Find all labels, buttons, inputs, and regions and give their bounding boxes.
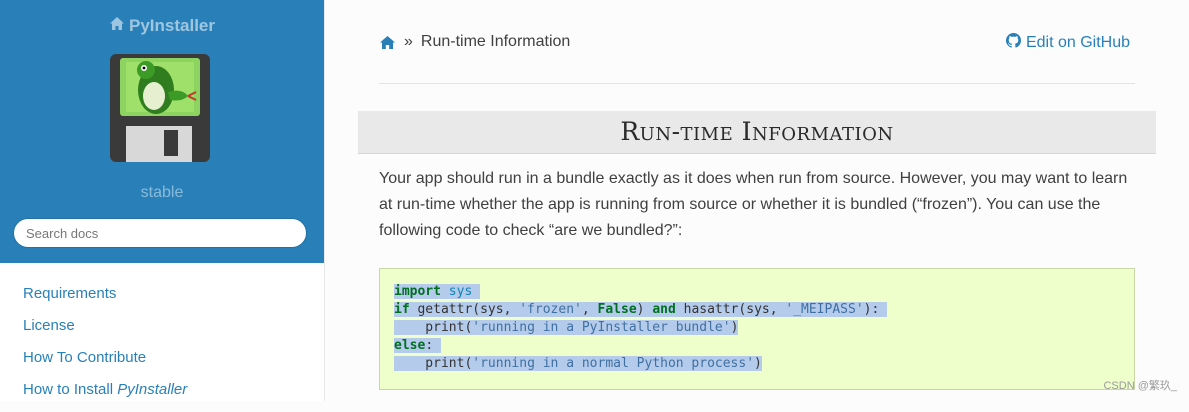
sidebar: PyInstaller stable Requirements License … — [0, 0, 324, 401]
home-icon[interactable] — [379, 35, 396, 50]
code-token: False — [597, 302, 637, 317]
page-title-band: Run-time Information — [358, 111, 1156, 154]
code-token: and — [652, 302, 676, 317]
breadcrumb: » Run-time Information — [379, 33, 570, 51]
github-icon — [1005, 33, 1021, 53]
code-token: 'running in a PyInstaller bundle' — [472, 320, 731, 335]
code-token: getattr(sys, — [409, 302, 520, 317]
code-token: '_MEIPASS' — [785, 302, 864, 317]
brand-link[interactable]: PyInstaller — [0, 16, 324, 36]
header-divider — [379, 83, 1135, 84]
code-line-5: print('running in a normal Python proces… — [394, 355, 887, 373]
edit-on-github-label: Edit on GitHub — [1025, 34, 1130, 51]
sidebar-item-requirements[interactable]: Requirements — [23, 284, 187, 316]
intro-paragraph: Your app should run in a bundle exactly … — [379, 170, 1128, 239]
code-token: 'frozen' — [519, 302, 582, 317]
sidebar-item-how-to-install[interactable]: How to Install PyInstaller — [23, 380, 187, 412]
home-icon — [109, 16, 125, 36]
code-line-3: print('running in a PyInstaller bundle') — [394, 319, 887, 337]
sidebar-nav: Requirements License How To Contribute H… — [23, 284, 187, 412]
code-token: else — [394, 338, 426, 353]
version-label[interactable]: stable — [0, 184, 324, 202]
code-token: , — [581, 302, 598, 317]
code-token: ) — [754, 356, 762, 371]
code-line-1: import sys — [394, 283, 887, 301]
code-token: import — [394, 284, 441, 299]
search-input[interactable] — [13, 218, 307, 248]
code-line-2: if getattr(sys, 'frozen', False) and has… — [394, 301, 888, 319]
sidebar-item-how-to-contribute[interactable]: How To Contribute — [23, 348, 187, 380]
nav-item-text: How to Install — [23, 381, 118, 398]
sidebar-divider — [324, 0, 325, 401]
code-block[interactable]: import sys if getattr(sys, 'frozen', Fal… — [379, 268, 1135, 390]
nav-item-emphasis: PyInstaller — [117, 381, 188, 398]
breadcrumb-current: Run-time Information — [420, 33, 571, 50]
sidebar-item-license[interactable]: License — [23, 316, 187, 348]
code-token: ) — [730, 320, 739, 335]
code-token: hasattr(sys, — [675, 302, 786, 317]
code-token: ) — [636, 302, 653, 317]
sidebar-header: PyInstaller stable — [0, 0, 324, 263]
code-token: print( — [394, 356, 473, 371]
code-token: ): — [863, 302, 880, 317]
code-token: if — [394, 302, 410, 317]
code-token: print( — [394, 320, 473, 335]
breadcrumb-separator: » — [404, 33, 413, 50]
code-token: 'running in a normal Python process' — [472, 356, 755, 371]
page-title: Run-time Information — [620, 117, 894, 146]
brand-name: PyInstaller — [129, 16, 215, 35]
watermark: CSDN @繁玖_ — [1103, 380, 1177, 392]
code-text: import sys if getattr(sys, 'frozen', Fal… — [394, 283, 888, 373]
code-token: : — [425, 338, 434, 353]
edit-on-github-link[interactable]: Edit on GitHub — [1005, 33, 1130, 53]
code-line-4: else: — [394, 337, 887, 355]
pyinstaller-logo[interactable] — [108, 52, 212, 164]
code-token: sys — [440, 284, 473, 299]
